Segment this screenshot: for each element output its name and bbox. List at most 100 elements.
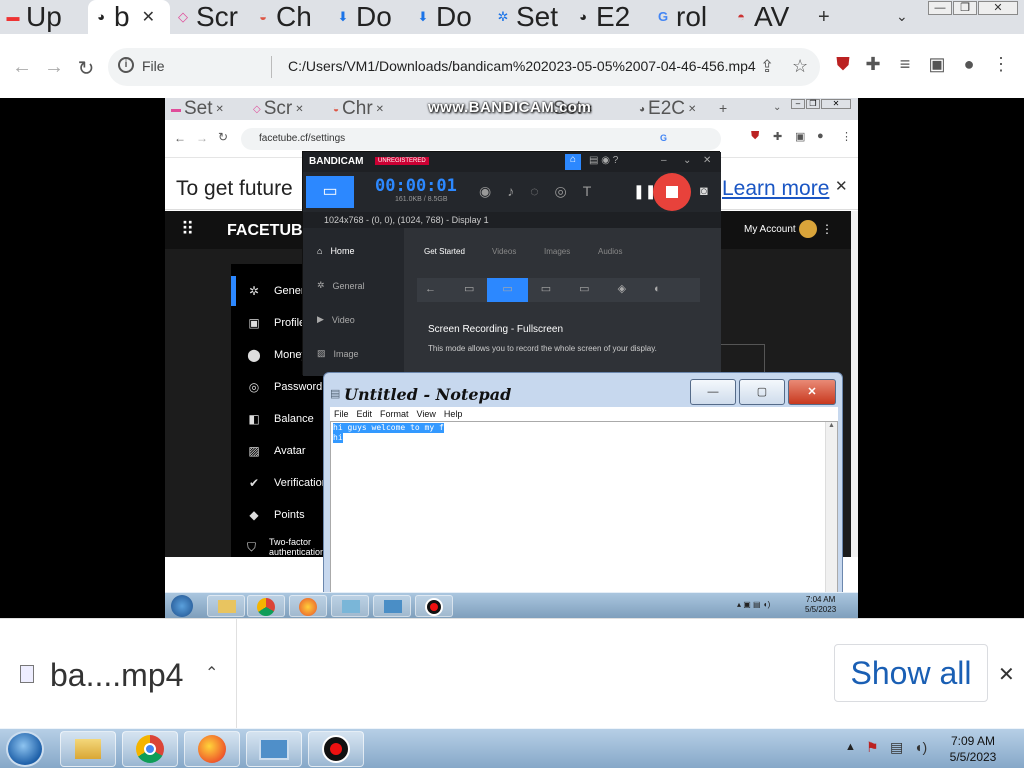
inner-tab: ◇ Scr ✕: [253, 98, 304, 119]
reload-button[interactable]: ↻: [75, 56, 97, 81]
taskbar: ▲ ⚑ ▤ ◖) 7:09 AM 5/5/2023: [0, 728, 1024, 768]
download-icon: ⬇: [417, 9, 429, 24]
download-item[interactable]: ba....mp4 ⌃: [0, 619, 237, 729]
close-icon: ✕: [835, 178, 848, 195]
tab-search-icon[interactable]: ⌄: [896, 8, 908, 25]
bookmark-star-icon[interactable]: ☆: [792, 56, 808, 77]
globe-icon: ◕: [97, 9, 105, 24]
tab-6[interactable]: ✲ Set: [490, 0, 570, 34]
webcam-audio-icons: ◉♪◌◎T: [479, 183, 608, 199]
address-bar[interactable]: i File C:/Users/VM1/Downloads/bandicam%2…: [108, 48, 820, 86]
taskbar-clock[interactable]: 7:09 AM 5/5/2023: [938, 733, 1008, 765]
info-icon[interactable]: i: [118, 57, 134, 73]
taskbar-network-app[interactable]: [246, 731, 302, 767]
learn-more-link: Learn more: [722, 177, 830, 200]
inner-tray-icons: ▴ ▣ ▤ ◖): [737, 600, 771, 609]
bandicam-resolution: 1024x768 - (0, 0), (1024, 768) - Display…: [303, 212, 721, 228]
maximize-button[interactable]: ❐: [953, 1, 977, 15]
inner-explorer-icon: [207, 595, 245, 617]
inner-bandicam-icon: [415, 595, 453, 617]
notepad-editor: hi guys welcome to my f hi ▲: [330, 421, 838, 618]
profile-icon[interactable]: ●: [958, 54, 980, 75]
tab-1[interactable]: ◕ b ✕: [88, 0, 170, 34]
tab-8[interactable]: Grol: [650, 0, 728, 34]
menu-icon[interactable]: ⋮: [990, 54, 1012, 75]
bandicam-window: BANDICAM UNREGISTERED ⌂ ▤ ◉ ? – ⌄ ✕ ▭ 00…: [302, 151, 721, 376]
share-icon[interactable]: ⇪: [760, 57, 774, 77]
forward-button[interactable]: →: [43, 56, 65, 79]
bandicam-titlebar: BANDICAM UNREGISTERED ⌂ ▤ ◉ ? – ⌄ ✕: [303, 152, 721, 172]
tab-icon: ◓: [737, 9, 745, 24]
wallet-icon: ◧: [248, 412, 260, 426]
check-icon: ✔: [248, 476, 260, 490]
inner-tab: ▬ Set ✕: [171, 98, 224, 119]
show-all-button[interactable]: Show all: [834, 644, 988, 702]
gear-icon: ✲: [248, 284, 260, 298]
tab-7[interactable]: ◕ E2: [570, 0, 650, 34]
url-text[interactable]: C:/Users/VM1/Downloads/bandicam%202023-0…: [288, 58, 756, 74]
back-button[interactable]: ←: [11, 56, 33, 79]
screen-mode-icon: ▭: [306, 176, 354, 208]
new-tab-button[interactable]: +: [818, 6, 830, 29]
tab-icon: ◒: [259, 9, 267, 24]
notepad-close: ✕: [788, 379, 836, 405]
close-download-bar-icon[interactable]: ✕: [998, 662, 1015, 687]
screen: ▬ Up ◕ b ✕ ◇ Scr ◒ Ch ⬇ Do ⬇ Do ✲ Set ◕ E2 Grol ◓…: [0, 0, 1024, 768]
tray-flag-icon[interactable]: ⚑: [866, 739, 879, 756]
taskbar-chrome[interactable]: [122, 731, 178, 767]
file-icon: [20, 665, 34, 683]
close-icon[interactable]: ✕: [142, 7, 155, 27]
download-filename[interactable]: ba....mp4: [50, 657, 183, 694]
inner-tab: ◒ Chr ✕: [333, 98, 385, 119]
browser-toolbar: ← → ↻ i File C:/Users/VM1/Downloads/band…: [0, 34, 1024, 98]
facetube-logo: FACETUBE: [227, 222, 314, 239]
close-window-button[interactable]: ✕: [978, 1, 1018, 15]
ublock-icon[interactable]: ⛊: [832, 54, 854, 75]
tab-3[interactable]: ◒ Ch: [250, 0, 330, 34]
notepad-minimize: —: [690, 379, 736, 405]
url-scheme: File: [142, 58, 165, 74]
clock-date: 5/5/2023: [949, 750, 997, 764]
tab-4[interactable]: ⬇ Do: [330, 0, 410, 34]
start-button[interactable]: [6, 731, 44, 767]
bandicam-nav-general: ✲ General: [317, 280, 365, 291]
avatar: [799, 220, 817, 238]
inner-scrollbar: [851, 211, 858, 557]
inner-network-icon: [373, 595, 411, 617]
side-panel-icon[interactable]: ▣: [926, 54, 948, 75]
taskbar-bandicam[interactable]: [308, 731, 364, 767]
tab-0[interactable]: ▬ Up: [0, 0, 88, 34]
menu-icon: ⋮: [821, 222, 833, 236]
tab-icon: ◇: [178, 9, 188, 24]
notepad-text: hi guys welcome to my f hi: [333, 423, 444, 443]
inner-start-icon: [171, 595, 193, 617]
tray-overflow-icon[interactable]: ▲: [845, 741, 856, 753]
inner-app-icon: [331, 595, 369, 617]
inner-firefox-icon: [289, 595, 327, 617]
reading-list-icon[interactable]: ≡: [894, 54, 916, 75]
extensions-icon[interactable]: ✚: [862, 54, 884, 75]
apps-grid-icon: ⠿: [181, 219, 194, 239]
stop-record-button: [653, 173, 691, 211]
tab-2[interactable]: ◇ Scr: [170, 0, 250, 34]
home-icon: ⌂: [565, 154, 581, 170]
browser-tab-strip: ▬ Up ◕ b ✕ ◇ Scr ◒ Ch ⬇ Do ⬇ Do ✲ Set ◕ E2 Grol ◓…: [0, 0, 1024, 34]
tab-5[interactable]: ⬇ Do: [410, 0, 490, 34]
taskbar-explorer[interactable]: [60, 731, 116, 767]
taskbar-firefox[interactable]: [184, 731, 240, 767]
notepad-title: Untitled - Notepad: [344, 385, 512, 404]
inner-tab-strip: ▬ Set ✕ ◇ Scr ✕ ◒ Chr ✕ Set ✕ ◕ E2C ✕ + ⌄ – ❐ ✕ w…: [165, 98, 858, 120]
minimize-button[interactable]: —: [928, 1, 952, 15]
bandicam-nav-home: ⌂ Home: [317, 246, 355, 256]
video-player[interactable]: ▬ Set ✕ ◇ Scr ✕ ◒ Chr ✕ Set ✕ ◕ E2C ✕ + ⌄ – ❐ ✕ w…: [0, 98, 1024, 618]
inner-taskbar: ▴ ▣ ▤ ◖) 7:04 AM 5/5/2023: [165, 592, 858, 618]
google-icon: G: [657, 9, 669, 24]
profile-icon: ▣: [248, 316, 260, 330]
tray-network-icon[interactable]: ▤: [890, 739, 903, 756]
lock-icon: ◎: [248, 380, 260, 394]
bandicam-nav-image: ▨ Image: [317, 348, 359, 359]
tray-volume-icon[interactable]: ◖): [914, 739, 927, 755]
notepad-icon: ▤: [330, 388, 341, 400]
tab-9[interactable]: ◓ AV: [728, 0, 812, 34]
chevron-up-icon[interactable]: ⌃: [205, 663, 218, 683]
